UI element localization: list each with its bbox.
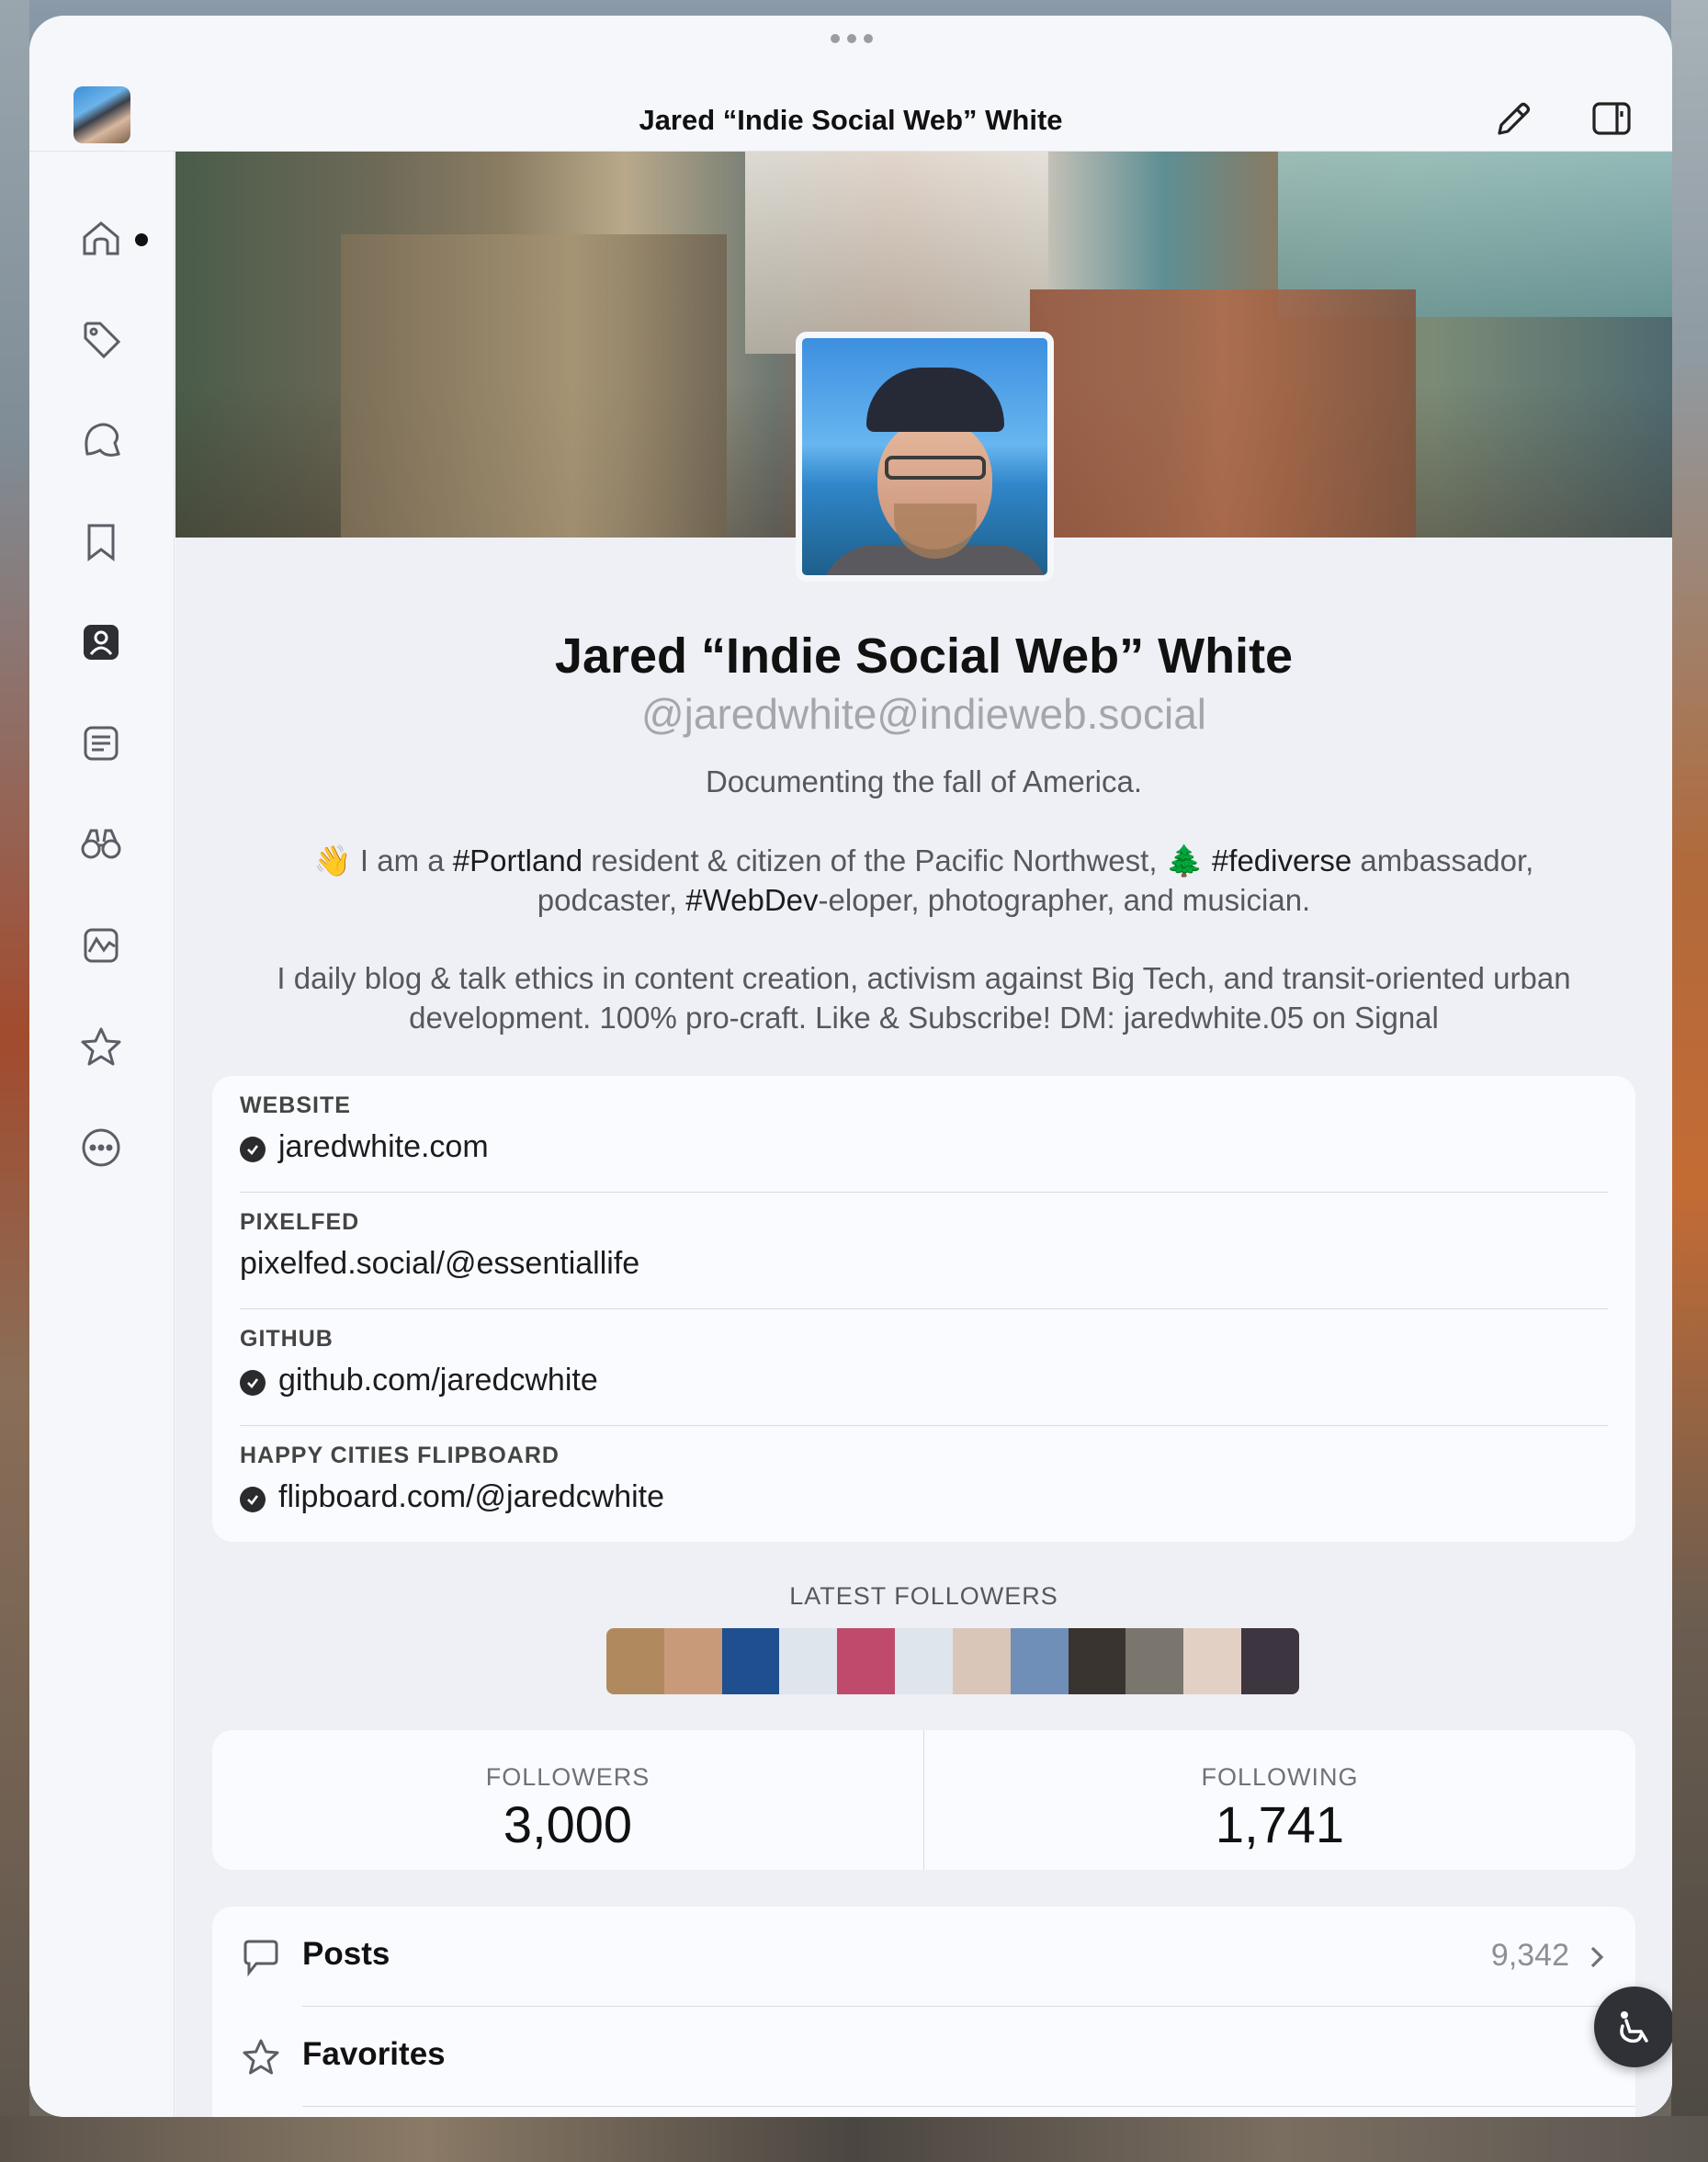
app-window: Jared “Indie Social Web” White Jared “In…	[29, 16, 1672, 2117]
favorites-row[interactable]: Favorites	[212, 2007, 1635, 2106]
field-label: GITHUB	[240, 1326, 334, 1352]
follow-stats-card: FOLLOWERS 3,000 FOLLOWING 1,741	[212, 1730, 1635, 1870]
wallpaper-left	[0, 0, 29, 2162]
follower-avatar[interactable]	[1125, 1628, 1184, 1694]
resize-handle-icon[interactable]	[1656, 2088, 1672, 2117]
favorites-label: Favorites	[302, 2036, 446, 2072]
hashtag-link[interactable]: #Portland	[453, 843, 583, 877]
window-title: Jared “Indie Social Web” White	[639, 104, 1063, 136]
verified-check-icon	[240, 1370, 266, 1396]
verified-check-icon	[240, 1487, 266, 1512]
profile-links-card: Posts 9,342 Favorites	[212, 1907, 1635, 2117]
ellipsis-circle-icon	[82, 1128, 120, 1167]
field-value[interactable]: jaredwhite.com	[278, 1129, 489, 1165]
sidebar-item-explore[interactable]	[74, 413, 129, 468]
profile-avatar[interactable]	[796, 332, 1054, 582]
posts-row[interactable]: Posts 9,342	[212, 1907, 1635, 2006]
follower-avatar[interactable]	[779, 1628, 838, 1694]
sidebar-item-more[interactable]	[74, 1120, 129, 1175]
wallpaper-right	[1671, 0, 1708, 2162]
sidebar-item-profile[interactable]	[74, 615, 129, 670]
sidebar-item-lists[interactable]	[74, 716, 129, 771]
profile-handle[interactable]: @jaredwhite@indieweb.social	[175, 689, 1672, 739]
field-value[interactable]: pixelfed.social/@essentiallife	[240, 1246, 639, 1282]
following-label: FOLLOWING	[1201, 1763, 1359, 1791]
follower-avatar[interactable]	[1010, 1628, 1069, 1694]
follower-avatar[interactable]	[721, 1628, 780, 1694]
explore-icon	[85, 423, 120, 457]
verified-check-icon	[240, 1137, 266, 1162]
profile-field-github[interactable]: GITHUB github.com/jaredcwhite	[240, 1309, 1608, 1426]
latest-followers-avatars[interactable]	[606, 1628, 1299, 1694]
unread-indicator	[135, 233, 148, 246]
bio-paragraph: 👋 I am a #Portland resident & citizen of…	[313, 843, 1534, 917]
profile-icon	[84, 625, 119, 660]
activity-icon	[84, 928, 119, 963]
follower-avatar[interactable]	[606, 1628, 664, 1694]
sidebar-item-activity[interactable]	[74, 918, 129, 973]
sidebar-item-tags[interactable]	[74, 311, 129, 367]
wallpaper-bottom	[0, 2116, 1708, 2162]
follower-avatar[interactable]	[663, 1628, 722, 1694]
bio-line: Documenting the fall of America.	[705, 764, 1143, 798]
chevron-right-icon	[1590, 1946, 1604, 1968]
field-value[interactable]: github.com/jaredcwhite	[278, 1363, 598, 1398]
hashtag-link[interactable]: #fediverse	[1204, 843, 1352, 877]
sidebar-item-home[interactable]	[74, 210, 129, 266]
list-icon	[84, 726, 119, 761]
field-label: HAPPY CITIES FLIPBOARD	[240, 1443, 560, 1468]
sidebar-item-discover[interactable]	[74, 817, 129, 872]
profile-display-name: Jared “Indie Social Web” White	[554, 628, 1294, 684]
profile-content[interactable]: Jared “Indie Social Web” White @jaredwhi…	[175, 152, 1672, 2117]
tree-emoji: 🌲	[1165, 843, 1204, 877]
waving-hand-emoji: 👋	[313, 843, 352, 877]
accessibility-icon	[1620, 2011, 1648, 2043]
posts-label: Posts	[302, 1936, 390, 1972]
follower-avatar[interactable]	[1068, 1628, 1126, 1694]
followers-count: 3,000	[503, 1795, 633, 1853]
following-count: 1,741	[1215, 1795, 1345, 1853]
compose-button[interactable]	[1490, 95, 1538, 142]
sidebar-toggle-icon	[1592, 102, 1631, 135]
follower-avatar[interactable]	[952, 1628, 1011, 1694]
field-value[interactable]: flipboard.com/@jaredcwhite	[278, 1479, 664, 1515]
sidebar-item-favorites[interactable]	[74, 1019, 129, 1074]
home-icon	[83, 221, 119, 255]
profile-field-website[interactable]: WEBSITE jaredwhite.com	[240, 1076, 1608, 1193]
follower-avatar[interactable]	[1241, 1628, 1299, 1694]
field-label: PIXELFED	[240, 1209, 360, 1235]
star-icon	[243, 2039, 279, 2075]
profile-fields-card: WEBSITE jaredwhite.com PIXELFED pixelfed…	[212, 1076, 1635, 1542]
followers-label: FOLLOWERS	[485, 1763, 650, 1791]
latest-followers-label: LATEST FOLLOWERS	[789, 1582, 1058, 1610]
profile-field-flipboard[interactable]: HAPPY CITIES FLIPBOARD flipboard.com/@ja…	[240, 1426, 1608, 1543]
accessibility-button[interactable]	[1594, 1987, 1672, 2067]
posts-count: 9,342	[1490, 1938, 1569, 1973]
sidebar-item-bookmarks[interactable]	[74, 514, 129, 569]
speech-bubble-icon	[243, 1940, 278, 1977]
title-bar: Jared “Indie Social Web” White	[29, 16, 1672, 152]
pencil-icon	[1498, 102, 1531, 135]
follower-avatar[interactable]	[1183, 1628, 1242, 1694]
follower-avatar[interactable]	[837, 1628, 896, 1694]
hashtag-link[interactable]: #WebDev	[685, 883, 818, 917]
followers-stat[interactable]: FOLLOWERS 3,000	[212, 1730, 923, 1870]
field-label: WEBSITE	[240, 1092, 351, 1118]
star-icon	[81, 1027, 121, 1066]
sidebar-toggle-button[interactable]	[1588, 95, 1635, 142]
bio-paragraph: I daily blog & talk ethics in content cr…	[277, 961, 1571, 1035]
following-stat[interactable]: FOLLOWING 1,741	[924, 1730, 1635, 1870]
follower-avatar[interactable]	[895, 1628, 953, 1694]
tag-icon	[84, 322, 121, 359]
binoculars-icon	[81, 829, 121, 859]
profile-field-pixelfed[interactable]: PIXELFED pixelfed.social/@essentiallife	[240, 1193, 1608, 1309]
bookmark-icon	[87, 524, 115, 562]
sidebar	[29, 152, 175, 2117]
